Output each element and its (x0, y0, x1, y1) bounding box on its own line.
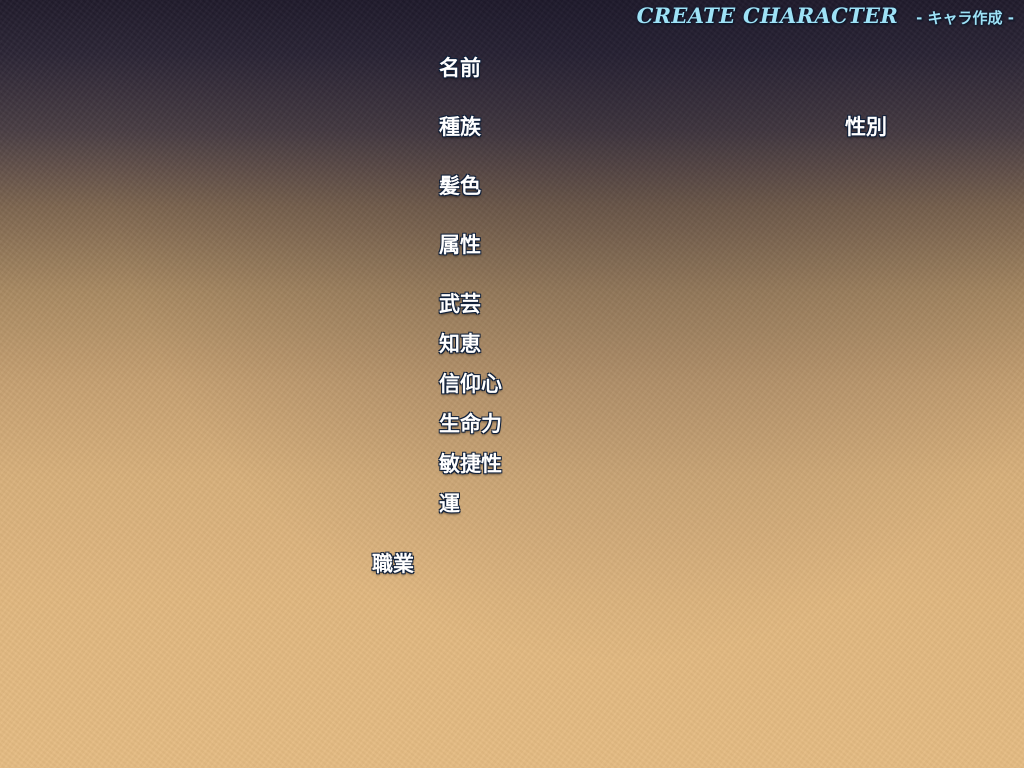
screen-header: CREATE CHARACTER - キャラ作成 - (637, 3, 1014, 28)
stat-luck-label: 運 (439, 492, 460, 516)
stat-martial-label: 武芸 (439, 292, 481, 316)
race-field[interactable]: 種族 (439, 111, 481, 141)
stat-faith-label: 信仰心 (439, 372, 502, 396)
stat-wisdom-label: 知恵 (439, 332, 481, 356)
element-field[interactable]: 属性 (439, 229, 481, 259)
stat-agility-label: 敏捷性 (439, 452, 502, 476)
class-field[interactable]: 職業 (372, 548, 414, 578)
gender-field[interactable]: 性別 (845, 111, 887, 141)
screen-subtitle: - キャラ作成 - (916, 9, 1014, 27)
screen-title: CREATE CHARACTER (636, 3, 899, 28)
stat-vitality-label: 生命力 (439, 412, 502, 436)
name-field[interactable]: 名前 (439, 52, 481, 82)
hair-color-field[interactable]: 髪色 (439, 170, 481, 200)
